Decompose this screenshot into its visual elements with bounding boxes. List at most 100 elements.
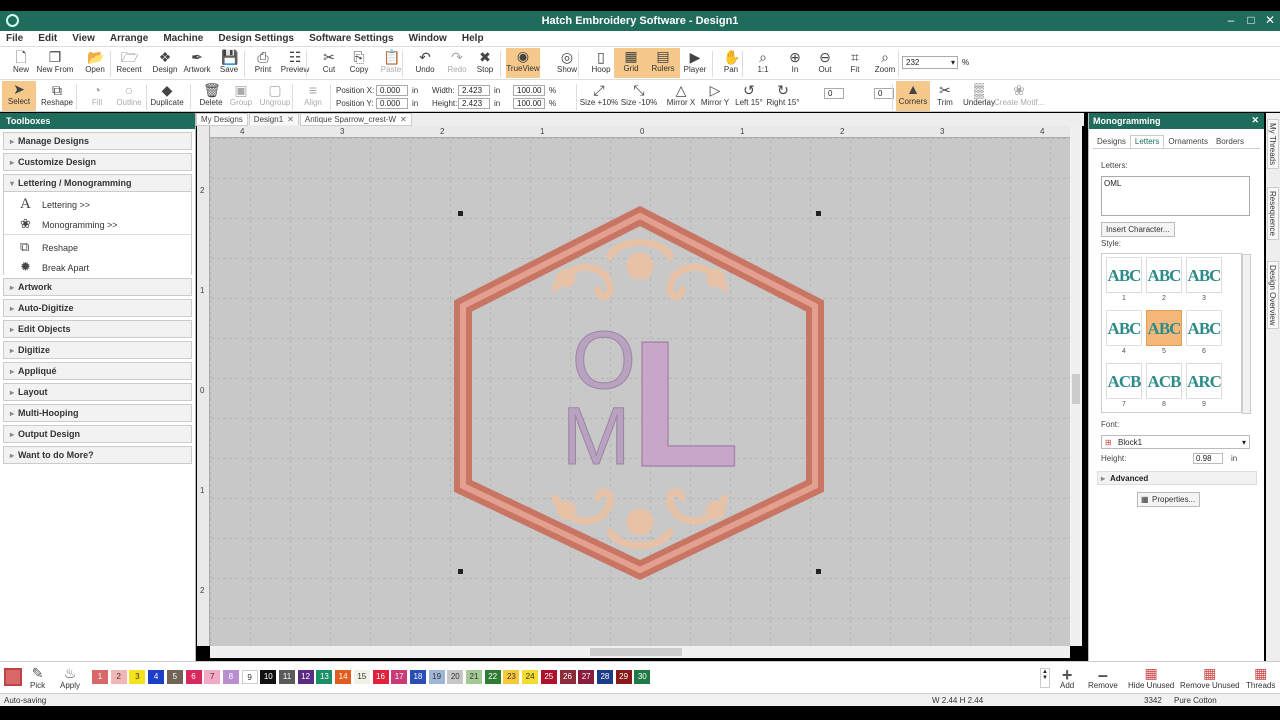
tool-select[interactable]: ➤ Select [2, 81, 36, 111]
tool-new-from[interactable]: ❐ New From [37, 49, 74, 74]
tab-borders[interactable]: Borders [1212, 136, 1248, 147]
tool-zoom[interactable]: ⌕ Zoom [868, 49, 902, 74]
scroll-thumb[interactable] [590, 648, 682, 656]
tool-underlay[interactable]: ▒ Underlay [962, 82, 996, 107]
palette-swatch-22[interactable]: 22 [484, 670, 501, 684]
style-option-7[interactable]: ACB [1106, 363, 1142, 399]
scroll-thumb[interactable] [1072, 374, 1080, 404]
tab-my-threads[interactable]: My Threads [1267, 119, 1279, 170]
palette-swatch-29[interactable]: 29 [615, 670, 632, 684]
palette-swatch-15[interactable]: 15 [353, 670, 370, 684]
close-tab-icon[interactable]: ✕ [287, 115, 294, 124]
properties-button[interactable]: ▦ Properties... [1137, 492, 1201, 507]
palette-swatch-25[interactable]: 25 [540, 670, 557, 684]
tool-outline[interactable]: ○ Outline [112, 82, 146, 107]
current-color-swatch[interactable] [4, 668, 22, 686]
palette-swatch-7[interactable]: 7 [204, 670, 221, 684]
close-icon[interactable]: ✕ [1251, 115, 1259, 126]
palette-swatch-28[interactable]: 28 [596, 670, 613, 684]
tool-grid[interactable]: ▦ Grid [614, 48, 648, 78]
palette-swatch-6[interactable]: 6 [185, 670, 202, 684]
palette-swatch-23[interactable]: 23 [503, 670, 520, 684]
section-appliqu[interactable]: ▸ Appliqué [3, 362, 192, 380]
style-option-8[interactable]: ACB [1146, 363, 1182, 399]
zoom-field[interactable]: 232 ▾ [902, 56, 958, 69]
palette-swatch-14[interactable]: 14 [335, 670, 352, 684]
palette-swatch-20[interactable]: 20 [447, 670, 464, 684]
section-multi-hooping[interactable]: ▸ Multi-Hooping [3, 404, 192, 422]
width-field[interactable]: 2.423 [458, 85, 490, 96]
palette-swatch-17[interactable]: 17 [391, 670, 408, 684]
tab-design-overview[interactable]: Design Overview [1267, 261, 1279, 330]
tab-antique-sparrow[interactable]: Antique Sparrow_crest-W ✕ [299, 113, 412, 126]
palette-scroll[interactable]: ▲ ▼ [1040, 668, 1050, 688]
section-auto-digitize[interactable]: ▸ Auto-Digitize [3, 299, 192, 317]
section-edit-objects[interactable]: ▸ Edit Objects [3, 320, 192, 338]
palette-swatch-19[interactable]: 19 [428, 670, 445, 684]
tool-trueview[interactable]: ◉ TrueView [506, 48, 540, 78]
style-option-1[interactable]: ABC [1106, 257, 1142, 293]
tool-reshape[interactable]: ⧉ Reshape [40, 82, 74, 107]
section-artwork[interactable]: ▸ Artwork [3, 278, 192, 296]
width-percent-field[interactable]: 100.00 [513, 85, 545, 96]
style-option-2[interactable]: ABC [1146, 257, 1182, 293]
section-digitize[interactable]: ▸ Digitize [3, 341, 192, 359]
pick-button[interactable]: ✎ Pick [30, 665, 45, 690]
style-option-5[interactable]: ABC [1146, 310, 1182, 346]
palette-swatch-5[interactable]: 5 [166, 670, 183, 684]
tab-resequence[interactable]: Resequence [1267, 187, 1279, 240]
height-percent-field[interactable]: 100.00 [513, 98, 545, 109]
section-want-to-do-more[interactable]: ▸ Want to do More? [3, 446, 192, 464]
remove-unused-button[interactable]: ▦ Remove Unused [1180, 665, 1240, 690]
threads-button[interactable]: ▦ Threads [1246, 665, 1275, 690]
minimize-icon[interactable]: – [1222, 13, 1240, 27]
font-select[interactable]: ⊞ Block1 ▾ [1101, 435, 1250, 449]
add-thread-button[interactable]: + Add [1060, 665, 1074, 690]
apply-button[interactable]: ♨ Apply [60, 665, 80, 690]
remove-thread-button[interactable]: – Remove [1088, 665, 1118, 690]
section-lettering-monogramming[interactable]: ▾ Lettering / Monogramming [3, 174, 192, 192]
tool-align[interactable]: ≡ Align [296, 82, 330, 107]
menu-file[interactable]: File [0, 31, 29, 44]
style-option-3[interactable]: ABC [1186, 257, 1222, 293]
close-tab-icon[interactable]: ✕ [400, 115, 407, 124]
section-manage-designs[interactable]: ▸ Manage Designs [3, 132, 192, 150]
palette-swatch-21[interactable]: 21 [466, 670, 482, 684]
menu-window[interactable]: Window [403, 31, 453, 44]
tool-size-10[interactable]: ⤢ Size +10% [580, 82, 618, 107]
height-input[interactable]: 0.98 [1193, 453, 1223, 464]
rotate-angle-field[interactable]: 0 [824, 88, 844, 99]
palette-swatch-4[interactable]: 4 [148, 670, 165, 684]
section-customize-design[interactable]: ▸ Customize Design [3, 153, 192, 171]
tool-lettering[interactable]: A Lettering >> [4, 192, 191, 212]
menu-edit[interactable]: Edit [32, 31, 63, 44]
section-layout[interactable]: ▸ Layout [3, 383, 192, 401]
tool-duplicate[interactable]: ◆ Duplicate [150, 82, 184, 107]
tool-create-motif[interactable]: ❀ Create Motif... [994, 82, 1044, 107]
palette-swatch-26[interactable]: 26 [559, 670, 576, 684]
vertical-scrollbar[interactable] [1070, 126, 1082, 646]
tool-ungroup[interactable]: ▢ Ungroup [258, 82, 292, 107]
tool-right-15[interactable]: ↻ Right 15° [766, 82, 800, 107]
palette-swatch-2[interactable]: 2 [110, 670, 127, 684]
height-field[interactable]: 2.423 [458, 98, 490, 109]
tab-letters[interactable]: Letters [1129, 135, 1165, 148]
style-option-6[interactable]: ABC [1186, 310, 1222, 346]
palette-swatch-11[interactable]: 11 [279, 670, 295, 684]
menu-machine[interactable]: Machine [157, 31, 209, 44]
horizontal-scrollbar[interactable] [210, 646, 1070, 658]
palette-swatch-16[interactable]: 16 [372, 670, 389, 684]
tool-reshape[interactable]: ⧉ Reshape [4, 235, 191, 255]
palette-swatch-8[interactable]: 8 [222, 670, 239, 684]
palette-swatch-9[interactable]: 9 [241, 670, 258, 684]
style-scrollbar[interactable] [1242, 254, 1251, 414]
letters-input[interactable]: OML [1101, 176, 1250, 216]
insert-character-button[interactable]: Insert Character... [1101, 222, 1175, 237]
tab-my-designs[interactable]: My Designs [196, 113, 248, 126]
palette-swatch-18[interactable]: 18 [409, 670, 426, 684]
menu-view[interactable]: View [66, 31, 101, 44]
tool-break-apart[interactable]: ✹ Break Apart [4, 255, 191, 275]
menu-software-settings[interactable]: Software Settings [303, 31, 399, 44]
close-icon[interactable]: ✕ [1261, 13, 1279, 27]
tab-designs[interactable]: Designs [1093, 136, 1130, 147]
